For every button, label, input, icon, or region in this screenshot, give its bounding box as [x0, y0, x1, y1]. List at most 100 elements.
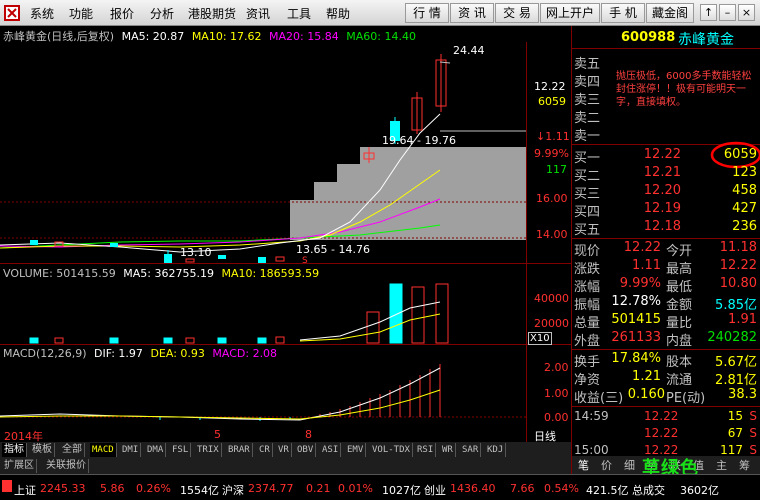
cy-amount: 421.5亿: [586, 484, 629, 497]
mobile-button[interactable]: 手 机: [601, 3, 645, 23]
stat-row-4: 振幅 12.78% 金额 5.85亿: [572, 294, 760, 313]
indicator-tab-bar: 指标 模板 全部 MACD DMI DMA FSL TRIX BRAR CR V…: [0, 442, 571, 458]
tab-template[interactable]: 模板: [30, 443, 55, 457]
buy-level-2: 买二 12.21 123: [572, 165, 760, 184]
tab-wr[interactable]: WR: [440, 443, 456, 457]
stat-label: 换手: [574, 355, 601, 370]
macd-chart[interactable]: [0, 344, 526, 428]
tab-dmi[interactable]: DMI: [120, 443, 142, 457]
annotation-low2: 13.65 - 14.76: [296, 243, 370, 256]
stat-label: PE(动): [666, 391, 706, 406]
tab-dma[interactable]: DMA: [145, 443, 167, 457]
stat-label: 最高: [666, 262, 693, 277]
stat-value: 240282: [707, 330, 757, 345]
menu-bar: 系统 功能 报价 分析 港股期货 资讯 工具 帮助 行 情 资 讯 交 易 网上…: [0, 0, 760, 26]
tab-macd[interactable]: MACD: [90, 443, 117, 457]
buy-5-volume: 236: [732, 219, 757, 234]
tab-rsi[interactable]: RSI: [415, 443, 437, 457]
kline-chart[interactable]: [0, 42, 526, 263]
volume-chart[interactable]: [0, 264, 526, 344]
sh-amount: 1554亿: [180, 484, 219, 497]
stat-value: 2.81亿: [715, 373, 757, 388]
buy-3-label: 买三: [574, 187, 601, 202]
sell-2-label: 卖二: [574, 111, 601, 126]
buy-3-price: 12.20: [643, 183, 681, 198]
stat-label: 总量: [574, 316, 601, 331]
stat-label: 今开: [666, 244, 693, 259]
status-bar: 上证 2245.33 5.86 0.26% 1554亿 沪深 2374.77 0…: [0, 474, 760, 500]
sh-label: 上证: [14, 484, 36, 497]
tab-extension-area[interactable]: 扩展区: [2, 459, 37, 473]
gold-pavilion-button[interactable]: 藏金阁: [646, 3, 694, 23]
info-button[interactable]: 资 讯: [450, 3, 494, 23]
ticks-separator: [572, 406, 760, 407]
buy-5-price: 12.18: [643, 219, 681, 234]
tab-related-quote[interactable]: 关联报价: [44, 459, 89, 473]
sz-amount: 1027亿: [382, 484, 421, 497]
cursor-price: 12.22: [534, 80, 566, 93]
date-label-8: 8: [305, 428, 312, 441]
stat-value: 5.67亿: [715, 355, 757, 370]
stats2-separator: [572, 349, 760, 350]
menu-tools[interactable]: 工具: [287, 5, 311, 22]
tick-time: 14:59: [574, 409, 609, 423]
tab-vr[interactable]: VR: [276, 443, 292, 457]
cursor-volume: 6059: [538, 95, 566, 108]
menu-hk-futures[interactable]: 港股期货: [188, 5, 236, 22]
tick-volume: 15: [727, 409, 743, 423]
tab-trix[interactable]: TRIX: [195, 443, 222, 457]
stat-label: 内盘: [666, 334, 693, 349]
annotation-low1: 13.10: [180, 246, 212, 259]
tab-obv[interactable]: OBV: [295, 443, 317, 457]
volume-axis-40000: 40000: [534, 292, 569, 305]
menu-help[interactable]: 帮助: [326, 5, 350, 22]
sz-percent: 0.01%: [338, 482, 373, 495]
trade-button[interactable]: 交 易: [495, 3, 539, 23]
volume-unit-badge: X10: [528, 332, 552, 345]
stat-row-2: 涨跌 1.11 最高 12.22: [572, 258, 760, 277]
stat-value: 10.80: [719, 276, 757, 291]
stat-label: 量比: [666, 316, 693, 331]
stat-value: 1.11: [632, 258, 661, 273]
buy-2-label: 买二: [574, 169, 601, 184]
minimize-icon[interactable]: –: [719, 4, 736, 21]
restore-icon[interactable]: ↑: [700, 4, 717, 21]
buy-level-3: 买三 12.20 458: [572, 183, 760, 202]
menu-function[interactable]: 功能: [69, 5, 93, 22]
market-button[interactable]: 行 情: [405, 3, 449, 23]
index-up-icon: [2, 480, 12, 492]
menu-system[interactable]: 系统: [30, 5, 54, 22]
axis-divider: [526, 42, 527, 442]
menu-quote[interactable]: 报价: [110, 5, 134, 22]
menu-news[interactable]: 资讯: [246, 5, 270, 22]
menu-analysis[interactable]: 分析: [150, 5, 174, 22]
cursor-count: 117: [546, 163, 567, 176]
stat-value: 12.78%: [611, 294, 661, 309]
buy-1-label: 买一: [574, 151, 601, 166]
tab-cr[interactable]: CR: [257, 443, 273, 457]
deal-amount: 3602亿: [680, 484, 719, 497]
sz-index: 2374.77: [248, 482, 294, 495]
tab-kdj[interactable]: KDJ: [485, 443, 507, 457]
deal-label: 总成交: [632, 484, 665, 497]
buy-3-volume: 458: [732, 183, 757, 198]
tab-sar[interactable]: SAR: [460, 443, 482, 457]
close-icon[interactable]: ×: [738, 4, 755, 21]
tab-brar[interactable]: BRAR: [226, 443, 253, 457]
tab-emv[interactable]: EMV: [345, 443, 367, 457]
stat-value: 11.18: [719, 240, 757, 255]
sh-change: 5.86: [100, 482, 125, 495]
open-account-button[interactable]: 网上开户: [540, 3, 600, 23]
tab-indicator[interactable]: 指标: [2, 443, 27, 457]
tab-asi[interactable]: ASI: [320, 443, 342, 457]
stat-label: 振幅: [574, 298, 601, 313]
buy-1-price: 12.22: [643, 147, 681, 162]
tab-fsl[interactable]: FSL: [170, 443, 192, 457]
stock-code: 600988: [621, 30, 676, 45]
tab-vol-tdx[interactable]: VOL-TDX: [370, 443, 413, 457]
buy-2-price: 12.21: [643, 165, 681, 180]
tab-all[interactable]: 全部: [60, 443, 85, 457]
stat-label: 涨跌: [574, 262, 601, 277]
chart-area[interactable]: 赤峰黄金(日线,后复权) MA5: 20.87 MA10: 17.62 MA20…: [0, 26, 571, 443]
stat-value: 261133: [611, 330, 661, 345]
